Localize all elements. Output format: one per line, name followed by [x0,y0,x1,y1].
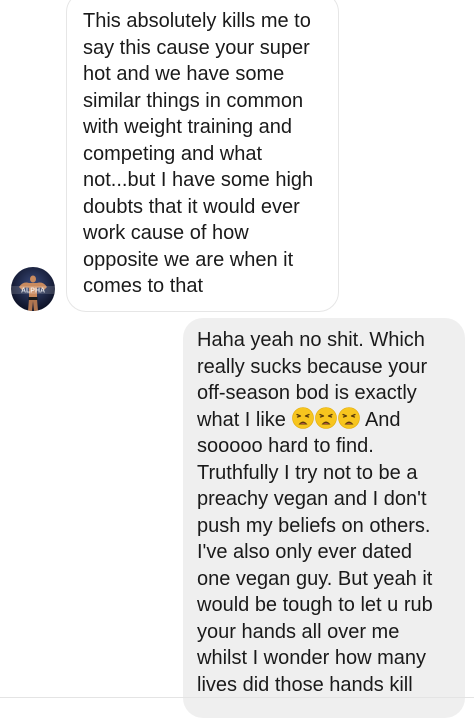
message-line-with-emoji: what I like And [197,406,459,434]
message-line: really sucks because your [197,355,428,378]
sender-avatar[interactable]: ALPHA [11,267,55,311]
message-line: preachy vegan and I don't [197,488,427,510]
weary-face-emoji-icon [337,406,360,429]
message-line: This absolutely kills me to [83,10,311,32]
message-line: opposite we are when it [83,248,294,271]
bodybuilder-avatar-icon: ALPHA [11,267,55,311]
message-line: would be tough to let u rub [197,594,433,616]
message-line: say this cause your super [83,36,310,59]
message-line: Haha yeah no shit. Which [197,329,425,351]
message-line: comes to that [83,275,204,297]
svg-text:ALPHA: ALPHA [21,288,45,295]
outgoing-message-bubble[interactable]: Haha yeah no shit. Which really sucks be… [183,318,465,718]
message-thread: ALPHA This absolutely kills me to say th… [0,0,474,718]
message-line: competing and what [83,142,263,165]
message-line: with weight training and [83,116,293,138]
message-line: not...but I have some high [83,169,314,191]
message-line: your hands all over me [197,620,400,643]
message-line: Truthfully I try not to be a [197,461,418,484]
incoming-message-bubble[interactable]: This absolutely kills me to say this cau… [66,0,339,312]
message-line: sooooo hard to find. [197,435,374,457]
message-line: I've also only ever dated [197,541,413,563]
weary-face-emoji-icon [291,406,314,429]
message-line: similar things in common [83,89,304,112]
message-line: lives did those hands kill [197,673,413,696]
message-line: off-season bod is exactly [197,382,417,404]
message-line: work cause of how [83,222,249,244]
message-line: push my beliefs on others. [197,514,431,537]
weary-face-emoji-icon [314,406,337,429]
message-line: whilst I wonder how many [197,647,426,669]
message-line: hot and we have some [83,63,285,85]
composer-divider [0,697,474,698]
message-line: doubts that it would ever [83,195,300,218]
message-text: what I like [197,408,286,431]
message-text: And [364,408,401,431]
message-line: one vegan guy. But yeah it [197,567,433,590]
